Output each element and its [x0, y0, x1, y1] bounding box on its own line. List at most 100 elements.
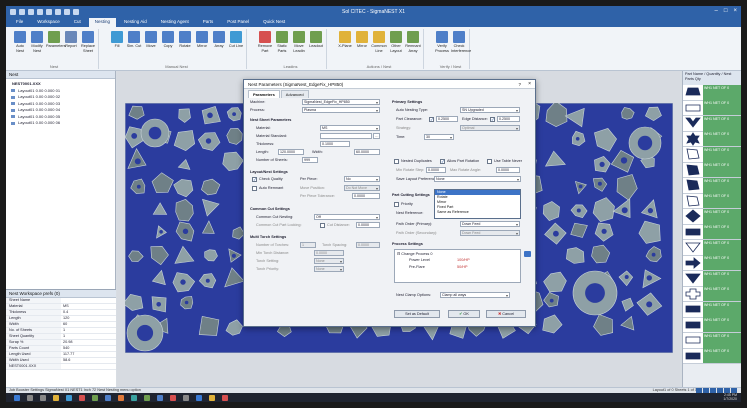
edge-distance-field[interactable]: 0.2500	[497, 116, 520, 122]
ribbon-tab-parts[interactable]: Parts	[197, 18, 220, 27]
maximize-button[interactable]: □	[724, 8, 728, 14]
ribbon-button-auto-nest[interactable]: Auto Nest	[12, 31, 28, 53]
part-list-item[interactable]: WH1 NET OF 0	[683, 131, 741, 147]
process-dropdown[interactable]: Plasma	[302, 107, 380, 113]
common-cut-dropdown[interactable]: Off	[314, 214, 380, 220]
ribbon-button-parameters[interactable]: Parameters	[46, 31, 66, 49]
part-list-item[interactable]: WH1 NET OF 0	[683, 239, 741, 256]
save-layout-pref-dropdown[interactable]: None	[434, 176, 521, 182]
max-rotate-angle-field[interactable]: 0.0000	[496, 167, 520, 173]
property-value[interactable]	[61, 364, 116, 369]
app-icon-2[interactable]	[92, 394, 98, 401]
ribbon-tab-post-panel[interactable]: Post Panel	[221, 18, 255, 27]
property-value[interactable]: 58.6	[61, 358, 116, 363]
ribbon-button-remnant-array[interactable]: Remnant Array	[405, 31, 421, 53]
path-order-primary-dropdown[interactable]: Down Feed	[460, 221, 520, 227]
part-list-item[interactable]: WH1 NET OF 0	[683, 146, 741, 163]
ribbon-button-check-interference[interactable]: Check Interference	[451, 31, 471, 53]
tab-advanced[interactable]: Advanced	[280, 90, 309, 98]
ribbon-tab-nesting-aid[interactable]: Nesting Aid	[118, 18, 153, 27]
machine-dropdown[interactable]: SigmaNest_EdgeFix_HP850	[302, 99, 380, 105]
app-icon-5[interactable]	[131, 394, 137, 401]
material-standard-browse-button[interactable]: …	[373, 133, 380, 139]
part-list-item[interactable]: WH1 NET OF 0	[683, 286, 741, 302]
num-torches-field[interactable]: 1	[300, 242, 316, 248]
property-value[interactable]: MS	[61, 304, 116, 309]
ribbon-button-modify-nest[interactable]: Modify Nest	[29, 31, 45, 53]
length-field[interactable]: 120.0000	[278, 149, 304, 155]
auto-remnant-checkbox[interactable]	[252, 186, 257, 191]
tab-parameters[interactable]: Parameters	[248, 90, 280, 98]
part-list-item[interactable]: WH1 NET OF 0	[683, 332, 741, 349]
nested-duplicates-checkbox[interactable]	[394, 159, 399, 164]
system-clock[interactable]: 2:45 PM 1/7/2020	[723, 393, 737, 402]
ribbon-button-report[interactable]: Report	[63, 31, 79, 49]
app-icon-10[interactable]	[196, 394, 202, 401]
ribbon-button-cut-line[interactable]: Cut Line	[228, 31, 244, 49]
dropdown-option[interactable]: Same as Reference	[435, 210, 520, 215]
nest-clamp-dropdown[interactable]: Clamp all ways	[440, 292, 510, 298]
property-value[interactable]: 1	[61, 334, 116, 339]
part-list-item[interactable]: WH1 NET OF 0	[683, 115, 741, 132]
app-icon-4[interactable]	[118, 394, 124, 401]
material-dropdown[interactable]: MS	[320, 125, 380, 131]
task-view-icon[interactable]	[40, 394, 46, 401]
start-icon[interactable]	[14, 394, 20, 401]
allow-part-rotation-checkbox[interactable]	[440, 159, 445, 165]
min-torch-distance-field[interactable]: 0.0000	[314, 250, 344, 256]
app-icon-11[interactable]	[209, 394, 215, 401]
common-cut-locking-checkbox[interactable]	[320, 223, 325, 228]
ribbon-button-common-line[interactable]: Common Line	[371, 31, 387, 53]
num-sheets-field[interactable]: 999	[302, 157, 318, 163]
part-clearance-checkbox[interactable]	[429, 117, 434, 123]
ribbon-button-replace-sheet[interactable]: Replace Sheet	[80, 31, 96, 53]
ribbon-tab-nesting[interactable]: Nesting	[88, 18, 116, 27]
strategy-dropdown[interactable]: Optimal	[460, 125, 520, 131]
ribbon-button-array[interactable]: Array	[211, 31, 227, 49]
ribbon-button-other-layout[interactable]: Other Layout	[388, 31, 404, 53]
ribbon-button-static-parts[interactable]: Static Parts	[274, 31, 290, 53]
search-icon[interactable]	[27, 394, 33, 401]
part-list-item[interactable]: WH1 NET OF 0	[683, 348, 741, 364]
min-rotate-step-field[interactable]: 0.0000	[426, 167, 446, 173]
app-icon-7[interactable]	[157, 394, 163, 401]
ribbon-button-fill[interactable]: Fill	[109, 31, 125, 49]
process-tree-root[interactable]: ⊟ Change Process 0	[397, 251, 433, 256]
property-value[interactable]: 60	[61, 322, 116, 327]
part-list-item[interactable]: WH1 NET OF 0	[683, 255, 741, 271]
ribbon-button-move[interactable]: Move	[143, 31, 159, 49]
ribbon-button-copy[interactable]: Copy	[160, 31, 176, 49]
save-layout-pref-dropdown-list[interactable]: None Rotate Mirror Fixed Part Same as Refere…	[434, 189, 521, 219]
app-icon-9[interactable]	[183, 394, 189, 401]
use-table-checkbox[interactable]	[487, 159, 492, 164]
ribbon-button-mirror[interactable]: Mirror	[354, 31, 370, 49]
cancel-button[interactable]: ✖ Cancel	[486, 310, 526, 318]
process-row-value[interactable]: 50/HP	[457, 265, 468, 269]
ribbon-button-x-plane[interactable]: X-Plane	[337, 31, 353, 49]
nested-part[interactable]	[198, 315, 220, 336]
sigmanest-taskbar-icon[interactable]	[222, 394, 228, 401]
tree-item[interactable]: Layout01 0.00 0.000 06	[6, 120, 115, 127]
part-list-item[interactable]: WH1 NET OF 0	[683, 84, 741, 101]
set-as-default-button[interactable]: Set as Default	[394, 310, 440, 318]
part-list-item[interactable]: WH1 NET OF 0	[683, 177, 741, 194]
property-value[interactable]: 0.4	[61, 310, 116, 315]
ribbon-tab-file[interactable]: File	[10, 18, 29, 27]
ribbon-tab-cut[interactable]: Cut	[68, 18, 87, 27]
edge-distance-checkbox[interactable]	[490, 117, 495, 123]
torch-priority-dropdown[interactable]: None	[314, 266, 344, 272]
part-list-item[interactable]: WH1 NET OF 0	[683, 100, 741, 116]
ribbon-button-verify-process[interactable]: Verify Process	[434, 31, 450, 53]
part-list-item[interactable]: WH1 NET OF 0	[683, 270, 741, 287]
ribbon-button-move-leadin[interactable]: Move Leadin	[291, 31, 307, 53]
process-settings-edit-icon[interactable]	[524, 251, 531, 257]
property-row[interactable]: NEST0001.XXX	[6, 364, 116, 370]
ribbon-button-leadout[interactable]: Leadout	[308, 31, 324, 49]
process-row-value[interactable]: 100/HP	[457, 258, 470, 262]
thickness-field[interactable]: 0.1000	[320, 141, 350, 147]
property-value[interactable]	[61, 298, 116, 303]
part-list-item[interactable]: WH1 NET OF 0	[683, 301, 741, 318]
part-clearance-field[interactable]: 0.2500	[436, 116, 458, 122]
minimize-button[interactable]: –	[715, 8, 718, 14]
close-button[interactable]: ×	[733, 8, 737, 14]
